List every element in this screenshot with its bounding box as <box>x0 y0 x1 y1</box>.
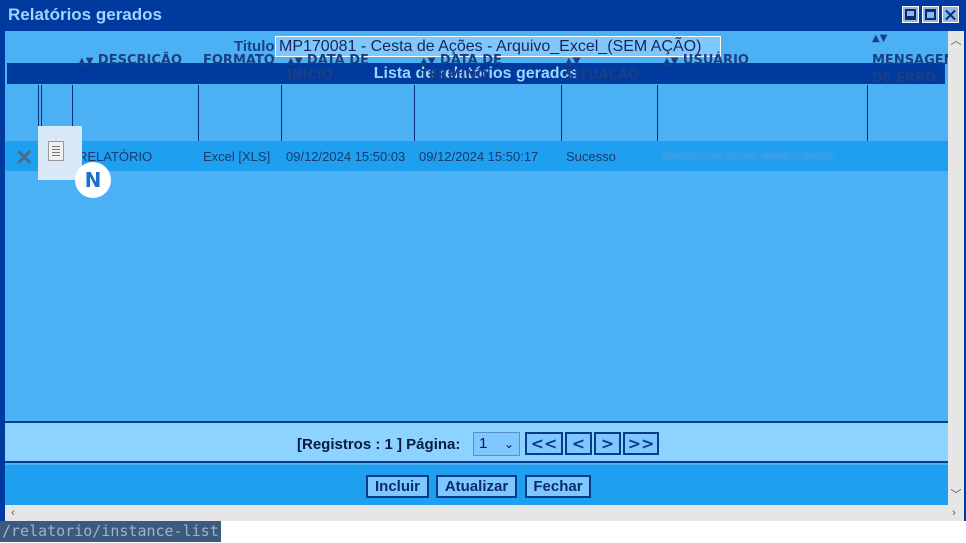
column-label: MENSAGEM <box>872 53 948 68</box>
status-url: /relatorio/instance-list <box>0 521 221 542</box>
minimize-button[interactable] <box>902 6 919 23</box>
pagination-bar: [Registros : 1 ] Página: 1 ⌄ << < > >> <box>5 421 948 463</box>
document-line <box>52 155 60 156</box>
sort-arrows-icon: ▲▼ <box>420 56 436 67</box>
chevron-down-icon: ⌄ <box>503 437 514 451</box>
column-label: DESCRIÇÃO <box>97 53 182 68</box>
horizontal-scrollbar[interactable]: ‹ › <box>5 505 964 521</box>
cell-situacao: Sucesso <box>566 149 616 164</box>
column-label: DE ERRO <box>872 71 937 86</box>
column-header-usuario[interactable]: ▲▼ USUÁRIO <box>657 31 867 87</box>
scroll-down-icon[interactable]: ﹀ <box>948 487 964 503</box>
report-window: Relatórios gerados Titulo MP170081 - Ces… <box>0 0 966 543</box>
column-label: SITUAÇÃO <box>565 68 639 83</box>
maximize-button[interactable] <box>922 6 939 23</box>
column-divider <box>414 85 415 141</box>
first-page-button[interactable]: << <box>525 432 563 455</box>
column-header-data-inicio[interactable]: ▲▼ DATA DE INÍCIO <box>281 31 414 87</box>
close-icon <box>945 9 956 20</box>
column-label: FORMATO <box>203 53 275 68</box>
next-page-button[interactable]: > <box>594 432 621 455</box>
scroll-right-icon[interactable]: › <box>946 505 962 521</box>
column-divider <box>281 85 282 141</box>
table-row[interactable]: RELATÓRIO Excel [XLS] 09/12/2024 15:50:0… <box>5 141 948 171</box>
page-select-value: 1 <box>479 435 488 452</box>
column-divider <box>867 85 868 141</box>
column-header-formato: FORMATO <box>198 31 281 87</box>
last-page-button[interactable]: >> <box>623 432 659 455</box>
status-bar: /relatorio/instance-list <box>0 521 966 543</box>
sort-arrows-icon: ▲▼ <box>78 56 94 67</box>
maximize-icon <box>925 9 936 20</box>
column-divider <box>657 85 658 141</box>
cell-usuario: ERIVELTON ELIAS ABREU MATEL <box>662 151 837 163</box>
records-label: [Registros : 1 ] Página: <box>297 436 461 453</box>
scroll-up-icon[interactable]: ︿ <box>948 33 964 49</box>
document-line <box>52 152 60 153</box>
column-label: USUÁRIO <box>682 53 749 68</box>
content-area: Titulo MP170081 - Cesta de Ações - Arqui… <box>5 31 948 505</box>
prev-page-button[interactable]: < <box>565 432 592 455</box>
minimize-icon <box>905 9 916 20</box>
cell-data-termino: 09/12/2024 15:50:17 <box>419 149 539 164</box>
sort-arrows-icon: ▲▼ <box>565 56 581 67</box>
close-window-button[interactable] <box>942 6 959 23</box>
fechar-button[interactable]: Fechar <box>525 475 591 498</box>
window-titlebar[interactable]: Relatórios gerados <box>0 0 966 30</box>
column-divider <box>561 85 562 141</box>
notification-badge: N <box>75 162 111 198</box>
delete-row-icon[interactable]: ✕ <box>15 147 33 169</box>
sort-arrows-icon: ▲▼ <box>872 33 888 44</box>
document-icon[interactable] <box>48 141 64 161</box>
column-header-data-termino[interactable]: ▲▼ DATA DE TÉRMINO <box>414 31 561 87</box>
column-header-descricao[interactable]: ▲▼ DESCRIÇÃO <box>72 31 198 87</box>
document-line <box>52 149 60 150</box>
sort-arrows-icon: ▲▼ <box>287 56 303 67</box>
vertical-scrollbar[interactable]: ︿ ﹀ <box>948 31 964 505</box>
cell-formato: Excel [XLS] <box>203 149 271 164</box>
column-header-situacao[interactable]: ▲▼ SITUAÇÃO <box>561 31 657 87</box>
cell-data-inicio: 09/12/2024 15:50:03 <box>286 149 406 164</box>
scroll-left-icon[interactable]: ‹ <box>5 505 21 521</box>
incluir-button[interactable]: Incluir <box>366 475 429 498</box>
atualizar-button[interactable]: Atualizar <box>436 475 517 498</box>
column-header-mensagem[interactable]: ▲▼ MENSAGEM DE ERRO <box>867 31 948 87</box>
column-divider <box>198 85 199 141</box>
document-line <box>52 146 60 147</box>
page-select[interactable]: 1 ⌄ <box>473 432 520 456</box>
window-title: Relatórios gerados <box>8 5 162 24</box>
sort-arrows-icon: ▲▼ <box>663 56 679 67</box>
actions-bar: Incluir Atualizar Fechar <box>5 465 948 505</box>
